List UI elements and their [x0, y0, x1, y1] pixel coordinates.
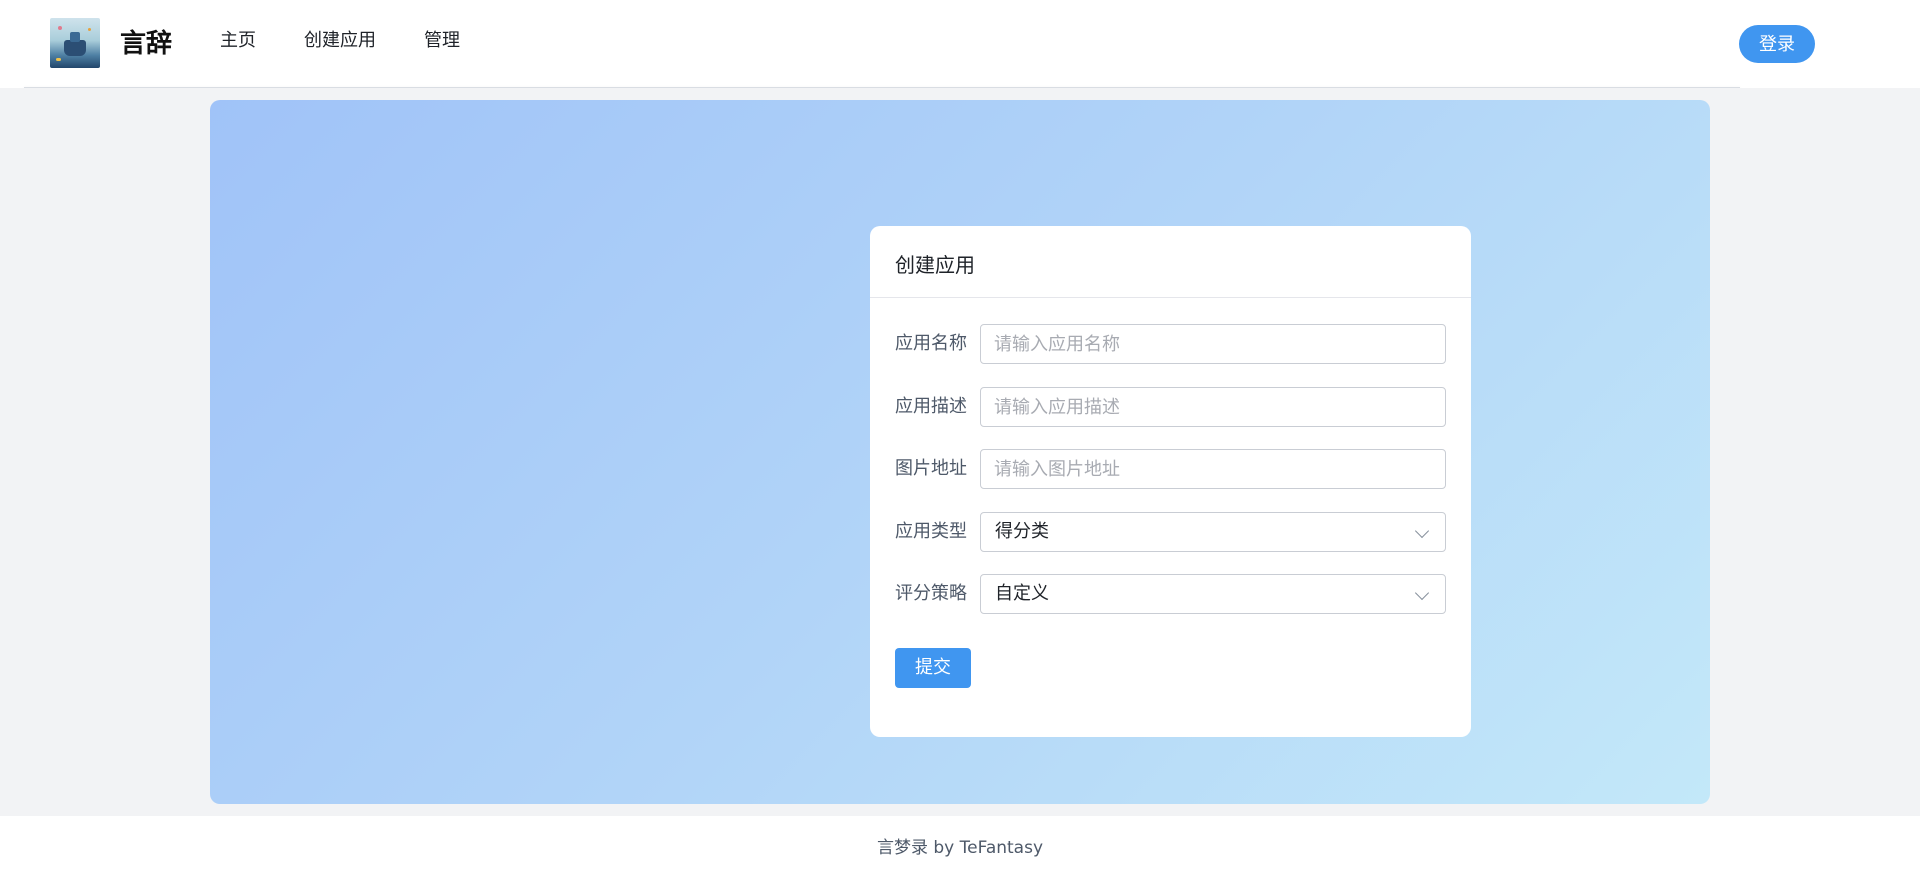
app-type-select[interactable]: 得分类: [980, 512, 1446, 552]
create-app-card: 创建应用 应用名称 应用描述 图片地址 应用类型 得分类 评分策略 自定义 提交: [870, 226, 1471, 737]
app-logo-image[interactable]: [50, 18, 100, 68]
chevron-down-icon: [1414, 585, 1430, 601]
app-type-label: 应用类型: [895, 521, 967, 542]
image-url-label: 图片地址: [895, 458, 967, 479]
gradient-panel: 创建应用 应用名称 应用描述 图片地址 应用类型 得分类 评分策略 自定义 提交: [210, 100, 1710, 804]
nav-item-create-app[interactable]: 创建应用: [304, 28, 376, 54]
nav-item-manage[interactable]: 管理: [424, 28, 460, 54]
app-description-label: 应用描述: [895, 396, 967, 417]
submit-button[interactable]: 提交: [895, 648, 971, 688]
nav-item-home[interactable]: 主页: [220, 28, 256, 54]
login-button[interactable]: 登录: [1739, 25, 1815, 63]
app-name-label: 应用名称: [895, 333, 967, 354]
footer: 言梦录 by TeFantasy: [0, 816, 1920, 879]
app-name-input[interactable]: [980, 324, 1446, 364]
card-title: 创建应用: [895, 253, 975, 277]
scoring-strategy-select[interactable]: 自定义: [980, 574, 1446, 614]
app-name[interactable]: 言辞: [120, 26, 172, 62]
app-description-input[interactable]: [980, 387, 1446, 427]
scoring-strategy-label: 评分策略: [895, 583, 967, 604]
scoring-strategy-value: 自定义: [995, 583, 1049, 604]
card-divider: [870, 297, 1471, 298]
image-url-input[interactable]: [980, 449, 1446, 489]
top-header: 言辞 主页 创建应用 管理 登录: [0, 0, 1920, 88]
app-type-value: 得分类: [995, 521, 1049, 542]
footer-text: 言梦录 by TeFantasy: [876, 838, 1044, 858]
chevron-down-icon: [1414, 523, 1430, 539]
